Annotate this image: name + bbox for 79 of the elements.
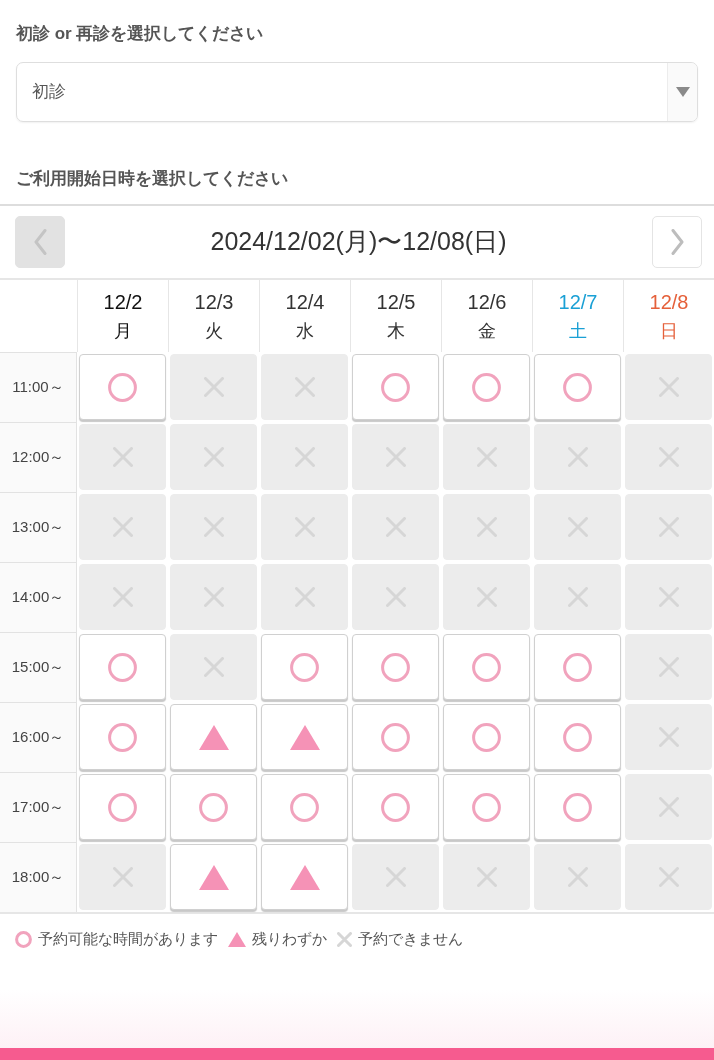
- circle-icon: [563, 792, 592, 822]
- legend-label: 予約可能な時間があります: [38, 929, 218, 949]
- day-weekday: 木: [387, 320, 405, 343]
- circle-icon: [472, 722, 501, 752]
- time-slot-button[interactable]: [79, 704, 166, 770]
- section-label: 初診 or 再診を選択してください: [16, 23, 265, 45]
- day-weekday: 土: [569, 320, 587, 343]
- circle-icon: [472, 652, 501, 682]
- day-date: 12/4: [285, 290, 325, 315]
- time-slot-button[interactable]: [170, 844, 257, 910]
- chevron-right-icon: [670, 229, 684, 255]
- circle-icon: [563, 652, 592, 682]
- time-slot-button[interactable]: [261, 844, 348, 910]
- triangle-icon: [198, 724, 229, 750]
- circle-icon: [199, 792, 228, 822]
- time-slot-button[interactable]: [79, 354, 166, 420]
- time-label: 13:00～: [11, 517, 65, 538]
- legend-label: 予約できません: [358, 929, 463, 949]
- circle-icon: [381, 372, 410, 402]
- time-slot-button[interactable]: [443, 704, 530, 770]
- circle-icon: [290, 792, 319, 822]
- time-label: 15:00～: [11, 657, 65, 678]
- time-label: 16:00～: [11, 727, 65, 748]
- circle-icon: [563, 372, 592, 402]
- day-weekday: 月: [114, 320, 132, 343]
- visit-type-select[interactable]: 初診: [16, 62, 698, 122]
- circle-icon: [108, 722, 137, 752]
- next-week-button[interactable]: [652, 216, 702, 268]
- time-label: 12:00～: [11, 447, 65, 468]
- day-date: 12/6: [467, 290, 507, 315]
- circle-icon: [108, 372, 137, 402]
- day-weekday: 金: [478, 320, 496, 343]
- time-label: 18:00～: [11, 867, 65, 888]
- day-date: 12/7: [558, 290, 598, 315]
- circle-icon: [290, 652, 319, 682]
- time-slot-button[interactable]: [79, 634, 166, 700]
- time-label: 11:00～: [12, 377, 64, 398]
- day-weekday: 日: [660, 320, 678, 343]
- time-slot-button[interactable]: [352, 634, 439, 700]
- time-slot-button[interactable]: [261, 634, 348, 700]
- caret-down-icon: [675, 87, 690, 97]
- time-slot-button[interactable]: [261, 704, 348, 770]
- time-slot-button[interactable]: [534, 354, 621, 420]
- day-date: 12/3: [194, 290, 234, 315]
- triangle-icon: [198, 864, 229, 890]
- time-slot-button[interactable]: [352, 774, 439, 840]
- time-slot-button[interactable]: [534, 634, 621, 700]
- time-slot-button[interactable]: [79, 774, 166, 840]
- section-label: ご利用開始日時を選択してください: [16, 168, 289, 190]
- circle-icon: [381, 792, 410, 822]
- circle-icon: [381, 722, 410, 752]
- time-slot-button[interactable]: [170, 774, 257, 840]
- time-slot-button[interactable]: [170, 704, 257, 770]
- circle-icon: [472, 372, 501, 402]
- day-weekday: 水: [296, 320, 314, 343]
- time-slot-button[interactable]: [443, 774, 530, 840]
- time-slot-button[interactable]: [443, 634, 530, 700]
- week-range-title: 2024/12/02(月)〜12/08(日): [209, 226, 508, 258]
- time-slot-button[interactable]: [261, 774, 348, 840]
- circle-icon: [108, 652, 137, 682]
- circle-icon: [108, 792, 137, 822]
- time-slot-button[interactable]: [534, 704, 621, 770]
- time-slot-button[interactable]: [352, 704, 439, 770]
- circle-icon: [563, 722, 592, 752]
- time-slot-button[interactable]: [352, 354, 439, 420]
- triangle-icon: [289, 724, 320, 750]
- chevron-left-icon: [33, 229, 47, 255]
- day-weekday: 火: [205, 320, 223, 343]
- day-date: 12/8: [649, 290, 689, 315]
- day-date: 12/2: [103, 290, 143, 315]
- time-label: 17:00～: [11, 797, 65, 818]
- legend-label: 残りわずか: [252, 929, 327, 949]
- circle-icon: [381, 652, 410, 682]
- day-date: 12/5: [376, 290, 416, 315]
- time-slot-button[interactable]: [443, 354, 530, 420]
- time-slot-button[interactable]: [534, 774, 621, 840]
- triangle-icon: [289, 864, 320, 890]
- time-label: 14:00～: [11, 587, 65, 608]
- circle-icon: [472, 792, 501, 822]
